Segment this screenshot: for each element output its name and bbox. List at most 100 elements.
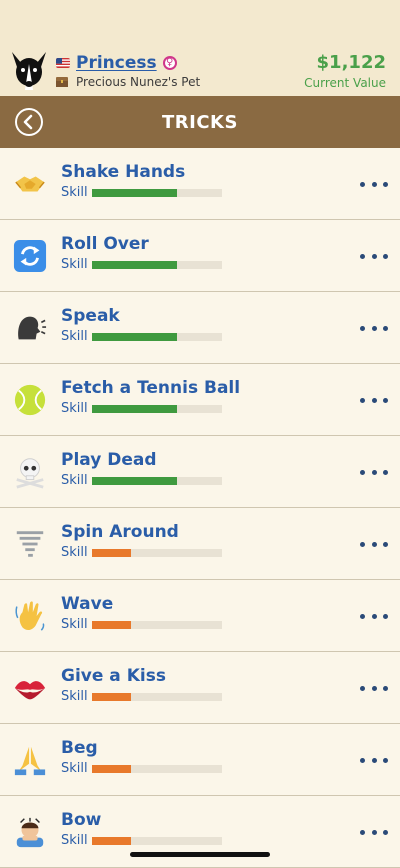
pet-name-link[interactable]: Princess bbox=[76, 53, 157, 73]
skill-progress-bar bbox=[92, 477, 222, 485]
trick-row[interactable]: Bow Skill bbox=[0, 796, 400, 868]
trick-row[interactable]: Roll Over Skill bbox=[0, 220, 400, 292]
skill-progress-bar bbox=[92, 837, 222, 845]
more-options-button[interactable] bbox=[360, 604, 388, 628]
repeat-arrows-icon bbox=[12, 238, 48, 274]
skill-label: Skill bbox=[61, 617, 88, 632]
trick-row[interactable]: Shake Hands Skill bbox=[0, 148, 400, 220]
trick-name: Shake Hands bbox=[61, 162, 186, 182]
nav-bar: TRICKS bbox=[0, 96, 400, 148]
page-title: TRICKS bbox=[162, 111, 238, 133]
skill-progress-fill bbox=[92, 189, 177, 197]
skill-label: Skill bbox=[61, 185, 88, 200]
skill-progress-fill bbox=[92, 261, 177, 269]
waving-hand-icon bbox=[12, 598, 48, 634]
skill-progress-bar bbox=[92, 549, 222, 557]
skill-label: Skill bbox=[61, 257, 88, 272]
skill-label: Skill bbox=[61, 401, 88, 416]
ellipsis-dot-icon bbox=[371, 541, 377, 547]
pet-owner-subtitle: Precious Nunez's Pet bbox=[76, 75, 201, 89]
trick-name: Beg bbox=[61, 738, 98, 758]
ellipsis-dot-icon bbox=[383, 181, 388, 187]
trick-row[interactable]: Wave Skill bbox=[0, 580, 400, 652]
current-value-label: Current Value bbox=[304, 76, 386, 90]
skill-progress-fill bbox=[92, 765, 131, 773]
ellipsis-dot-icon bbox=[383, 613, 388, 619]
ellipsis-dot-icon bbox=[360, 181, 365, 187]
ellipsis-dot-icon bbox=[360, 829, 365, 835]
home-indicator[interactable] bbox=[130, 852, 270, 857]
ellipsis-dot-icon bbox=[383, 253, 388, 259]
skill-label: Skill bbox=[61, 329, 88, 344]
more-options-button[interactable] bbox=[360, 244, 388, 268]
trick-name: Give a Kiss bbox=[61, 666, 166, 686]
skill-progress-bar bbox=[92, 693, 222, 701]
trick-row[interactable]: Play Dead Skill bbox=[0, 436, 400, 508]
skill-label: Skill bbox=[61, 689, 88, 704]
skill-progress-bar bbox=[92, 333, 222, 341]
tennis-ball-icon bbox=[12, 382, 48, 418]
bowing-person-icon bbox=[12, 814, 48, 850]
trick-name: Wave bbox=[61, 594, 114, 614]
ellipsis-dot-icon bbox=[383, 397, 388, 403]
us-flag-icon bbox=[56, 58, 70, 68]
tornado-icon bbox=[12, 526, 48, 562]
treasure-chest-icon bbox=[56, 77, 68, 87]
more-options-button[interactable] bbox=[360, 316, 388, 340]
more-options-button[interactable] bbox=[360, 820, 388, 844]
skill-label: Skill bbox=[61, 833, 88, 848]
trick-row[interactable]: Fetch a Tennis Ball Skill bbox=[0, 364, 400, 436]
more-options-button[interactable] bbox=[360, 676, 388, 700]
ellipsis-dot-icon bbox=[371, 757, 377, 763]
ellipsis-dot-icon bbox=[383, 685, 388, 691]
ellipsis-dot-icon bbox=[371, 613, 377, 619]
trick-name: Play Dead bbox=[61, 450, 157, 470]
skill-progress-bar bbox=[92, 765, 222, 773]
trick-row[interactable]: Speak Skill bbox=[0, 292, 400, 364]
skill-progress-fill bbox=[92, 621, 131, 629]
ellipsis-dot-icon bbox=[360, 613, 365, 619]
female-gender-icon: ♀ bbox=[162, 56, 177, 70]
back-button[interactable] bbox=[14, 107, 44, 137]
more-options-button[interactable] bbox=[360, 460, 388, 484]
ellipsis-dot-icon bbox=[360, 757, 365, 763]
trick-name: Bow bbox=[61, 810, 102, 830]
ellipsis-dot-icon bbox=[371, 685, 377, 691]
dog-avatar-icon[interactable] bbox=[8, 50, 50, 92]
folded-hands-icon bbox=[12, 742, 48, 778]
ellipsis-dot-icon bbox=[371, 253, 377, 259]
skill-progress-bar bbox=[92, 621, 222, 629]
ellipsis-dot-icon bbox=[371, 397, 377, 403]
kiss-mark-icon bbox=[12, 670, 48, 706]
more-options-button[interactable] bbox=[360, 532, 388, 556]
more-options-button[interactable] bbox=[360, 748, 388, 772]
ellipsis-dot-icon bbox=[371, 181, 377, 187]
current-value-amount: $1,122 bbox=[316, 52, 386, 73]
skill-label: Skill bbox=[61, 545, 88, 560]
ellipsis-dot-icon bbox=[383, 469, 388, 475]
skill-progress-fill bbox=[92, 477, 177, 485]
more-options-button[interactable] bbox=[360, 388, 388, 412]
speaking-head-icon bbox=[12, 310, 48, 346]
trick-row[interactable]: Spin Around Skill bbox=[0, 508, 400, 580]
skill-progress-fill bbox=[92, 405, 177, 413]
skill-progress-fill bbox=[92, 693, 131, 701]
ellipsis-dot-icon bbox=[360, 685, 365, 691]
ellipsis-dot-icon bbox=[360, 541, 365, 547]
ellipsis-dot-icon bbox=[383, 829, 388, 835]
skill-progress-bar bbox=[92, 189, 222, 197]
ellipsis-dot-icon bbox=[383, 325, 388, 331]
trick-name: Roll Over bbox=[61, 234, 149, 254]
trick-name: Speak bbox=[61, 306, 120, 326]
skull-crossbones-icon bbox=[12, 454, 48, 490]
ellipsis-dot-icon bbox=[371, 325, 377, 331]
trick-row[interactable]: Give a Kiss Skill bbox=[0, 652, 400, 724]
more-options-button[interactable] bbox=[360, 172, 388, 196]
trick-name: Spin Around bbox=[61, 522, 179, 542]
ellipsis-dot-icon bbox=[371, 469, 377, 475]
skill-label: Skill bbox=[61, 473, 88, 488]
trick-row[interactable]: Beg Skill bbox=[0, 724, 400, 796]
ellipsis-dot-icon bbox=[383, 541, 388, 547]
ellipsis-dot-icon bbox=[360, 325, 365, 331]
ellipsis-dot-icon bbox=[383, 757, 388, 763]
